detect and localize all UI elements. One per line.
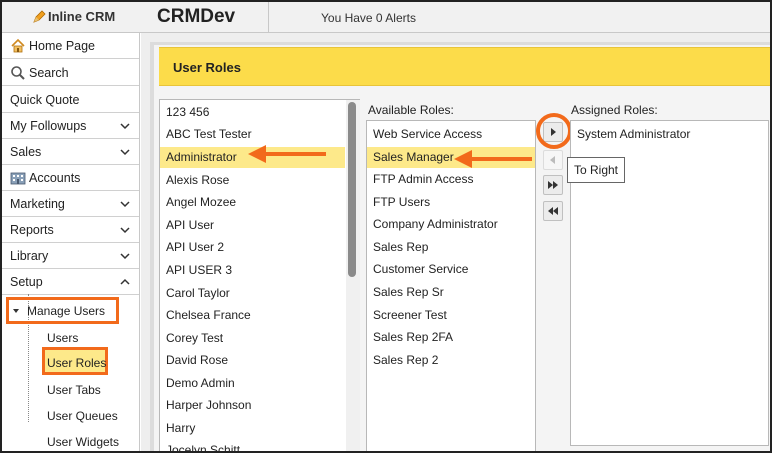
tree-item-manage-users[interactable]: Manage Users bbox=[27, 304, 105, 318]
double-triangle-right-icon bbox=[548, 181, 558, 189]
chevron-down-icon bbox=[120, 149, 130, 156]
double-triangle-left-icon bbox=[548, 207, 558, 215]
alerts-area[interactable]: You Have 0 Alerts bbox=[268, 2, 770, 33]
sidebar-item-marketing[interactable]: Marketing bbox=[2, 191, 139, 217]
logo-text: Inline CRM bbox=[48, 9, 116, 24]
list-item[interactable]: System Administrator bbox=[571, 124, 761, 145]
list-item[interactable]: Sales Rep 2FA bbox=[367, 327, 535, 348]
list-item[interactable]: Web Service Access bbox=[367, 124, 535, 145]
home-icon bbox=[11, 38, 25, 52]
tree-item-user-widgets[interactable]: User Widgets bbox=[47, 435, 119, 449]
triangle-left-icon bbox=[550, 156, 555, 164]
list-item[interactable]: David Rose bbox=[160, 350, 345, 371]
sidebar-item-label: Accounts bbox=[29, 170, 81, 185]
tree-item-user-queues[interactable]: User Queues bbox=[47, 409, 118, 423]
chevron-up-icon bbox=[120, 278, 130, 285]
list-item[interactable]: Angel Mozee bbox=[160, 192, 345, 213]
sidebar-item-label: Library bbox=[10, 248, 49, 263]
list-item[interactable]: Carol Taylor bbox=[160, 283, 345, 304]
triangle-down-icon bbox=[13, 309, 19, 313]
move-left-button[interactable] bbox=[543, 150, 563, 170]
alerts-text: You Have 0 Alerts bbox=[321, 11, 416, 25]
list-item[interactable]: Screener Test bbox=[367, 305, 535, 326]
sidebar-item-accounts[interactable]: Accounts bbox=[2, 165, 139, 191]
sidebar-item-quick-quote[interactable]: Quick Quote bbox=[2, 87, 139, 113]
sidebar-item-my-followups[interactable]: My Followups bbox=[2, 113, 139, 139]
assigned-roles-label: Assigned Roles: bbox=[571, 103, 658, 117]
sidebar-item-label: My Followups bbox=[10, 118, 87, 133]
list-item[interactable]: Demo Admin bbox=[160, 373, 345, 394]
page-header: User Roles bbox=[159, 47, 770, 86]
sidebar-item-setup[interactable]: Setup bbox=[2, 269, 139, 295]
sidebar-item-label: Search bbox=[29, 65, 69, 80]
list-item[interactable]: API User bbox=[160, 215, 345, 236]
sidebar-item-label: Quick Quote bbox=[10, 92, 80, 107]
list-item[interactable]: Harry bbox=[160, 418, 345, 439]
sidebar-item-label: Home Page bbox=[29, 38, 96, 53]
sidebar-item-label: Marketing bbox=[10, 196, 65, 211]
users-scrollbar-thumb[interactable] bbox=[348, 102, 356, 277]
list-item[interactable]: Alexis Rose bbox=[160, 170, 345, 191]
chevron-down-icon bbox=[120, 201, 130, 208]
tree-item-user-roles[interactable]: User Roles bbox=[47, 356, 106, 370]
chevron-down-icon bbox=[120, 123, 130, 130]
list-item[interactable]: Customer Service bbox=[367, 259, 535, 280]
app-window: Inline CRM CRMDev You Have 0 Alerts Home… bbox=[0, 0, 772, 453]
move-all-right-button[interactable] bbox=[543, 175, 563, 195]
environment-title: CRMDev bbox=[157, 6, 236, 27]
list-item[interactable]: Jocelyn Schitt bbox=[160, 440, 345, 451]
building-icon bbox=[10, 172, 26, 184]
tree-item-users[interactable]: Users bbox=[47, 331, 78, 345]
list-item[interactable]: API User 2 bbox=[160, 237, 345, 258]
sidebar-item-sales[interactable]: Sales bbox=[2, 139, 139, 165]
list-item[interactable]: Harper Johnson bbox=[160, 395, 345, 416]
list-item[interactable]: 123 456 bbox=[160, 102, 345, 123]
list-item[interactable]: Company Administrator bbox=[367, 214, 535, 235]
sidebar-item-label: Setup bbox=[10, 274, 43, 289]
list-item[interactable]: API USER 3 bbox=[160, 260, 345, 281]
sidebar-item-search[interactable]: Search bbox=[2, 60, 139, 86]
chevron-down-icon bbox=[120, 253, 130, 260]
tree-item-user-tabs[interactable]: User Tabs bbox=[47, 383, 101, 397]
annotation-arrow bbox=[248, 145, 326, 163]
list-item[interactable]: Sales Rep bbox=[367, 237, 535, 258]
pencil-logo-icon bbox=[33, 10, 46, 23]
search-icon bbox=[11, 65, 25, 80]
sidebar-item-home-page[interactable]: Home Page bbox=[2, 33, 139, 59]
list-item[interactable]: FTP Users bbox=[367, 192, 535, 213]
list-item[interactable]: Chelsea France bbox=[160, 305, 345, 326]
tooltip: To Right bbox=[567, 157, 625, 183]
sidebar-item-library[interactable]: Library bbox=[2, 243, 139, 269]
sidebar-item-label: Reports bbox=[10, 222, 54, 237]
sidebar-item-label: Sales bbox=[10, 144, 42, 159]
list-item[interactable]: Sales Rep Sr bbox=[367, 282, 535, 303]
top-bar: Inline CRM CRMDev You Have 0 Alerts bbox=[2, 2, 770, 33]
list-item[interactable]: FTP Admin Access bbox=[367, 169, 535, 190]
sidebar-item-reports[interactable]: Reports bbox=[2, 217, 139, 243]
app-logo[interactable]: Inline CRM bbox=[33, 9, 116, 24]
annotation-arrow bbox=[454, 150, 532, 168]
list-item[interactable]: Sales Rep 2 bbox=[367, 350, 535, 371]
page-title: User Roles bbox=[173, 60, 241, 75]
chevron-down-icon bbox=[120, 227, 130, 234]
list-item[interactable]: Corey Test bbox=[160, 328, 345, 349]
move-all-left-button[interactable] bbox=[543, 201, 563, 221]
move-right-highlight-ring bbox=[536, 113, 572, 149]
available-roles-label: Available Roles: bbox=[368, 103, 454, 117]
